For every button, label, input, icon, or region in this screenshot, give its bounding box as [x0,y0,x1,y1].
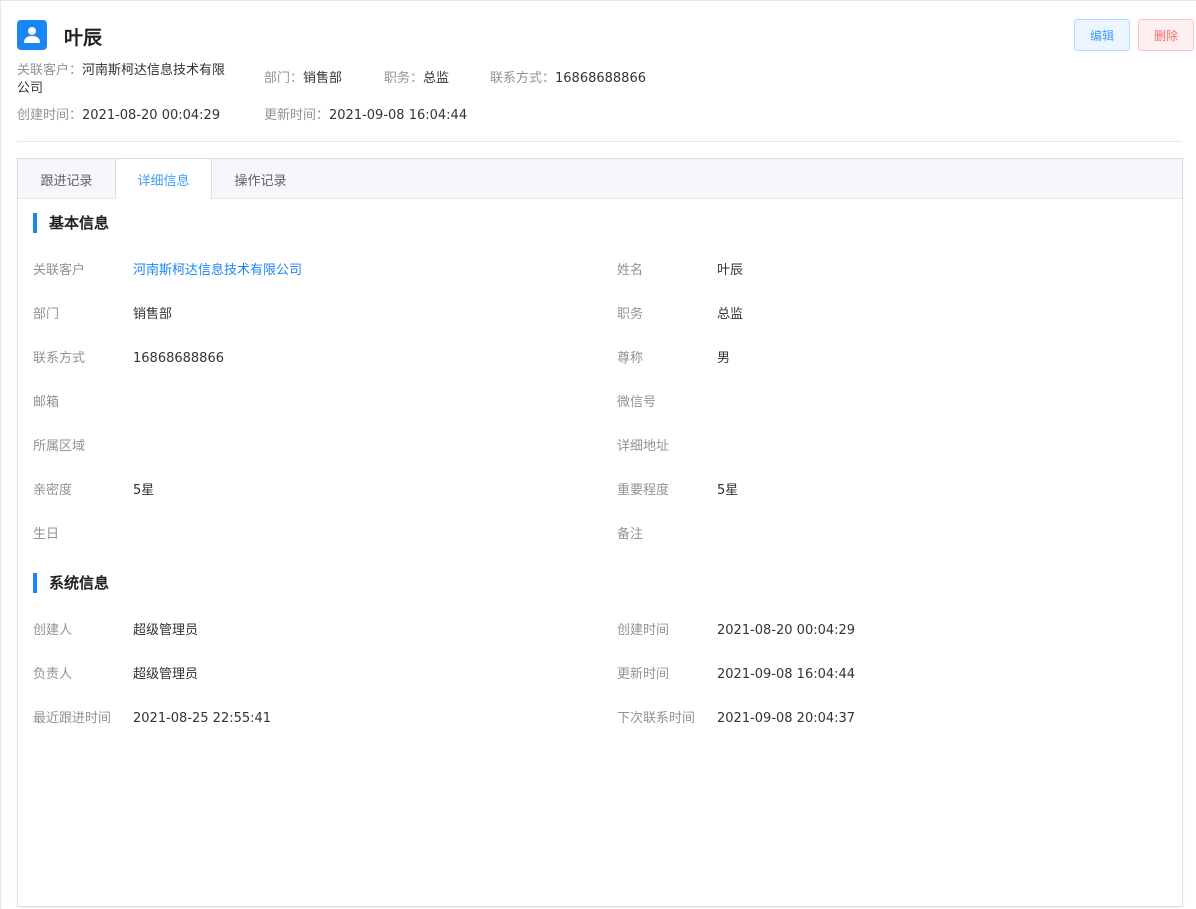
field-value: 2021-08-25 22:55:41 [133,711,272,726]
field-value: 叶辰 [717,263,744,278]
field-value: 超级管理员 [133,667,199,682]
contact-header: 叶辰 编辑 删除 关联客户：河南斯柯达信息技术有限公司 部门：销售部 职务：总监… [17,19,1194,142]
field-owner: 负责人 超级管理员 [33,665,198,685]
field-label: 关联客户 [33,263,86,278]
summary-updated: 更新时间：2021-09-08 16:04:44 [264,107,467,125]
section-basic-title: 基本信息 [33,213,109,233]
field-label: 创建时间 [617,623,670,638]
edit-button[interactable]: 编辑 [1074,19,1130,51]
field-region: 所属区域 [33,437,133,457]
summary-customer: 关联客户：河南斯柯达信息技术有限公司 [17,62,237,98]
detail-card: 跟进记录 详细信息 操作记录 基本信息 关联客户 河南斯柯达信息技术有限公司 姓名… [17,158,1183,907]
field-value: 男 [717,351,731,366]
summary-created-value: 2021-08-20 00:04:29 [82,108,221,123]
field-label: 更新时间 [617,667,670,682]
field-label: 重要程度 [617,483,670,498]
field-position: 职务 总监 [617,305,743,325]
summary-phone: 联系方式：16868688866 [490,70,646,88]
summary-title: 职务：总监 [384,70,449,88]
field-label: 负责人 [33,667,73,682]
tab-bar: 跟进记录 详细信息 操作记录 [18,159,1182,199]
field-wechat: 微信号 [617,393,717,413]
summary-dept: 部门：销售部 [264,70,342,88]
field-value: 2021-09-08 20:04:37 [717,711,856,726]
field-label: 邮箱 [33,395,60,410]
summary-created-label: 创建时间： [17,108,83,123]
field-label: 姓名 [617,263,644,278]
summary-dept-value: 销售部 [303,71,343,86]
field-label: 联系方式 [33,351,86,366]
avatar [17,20,47,50]
tab-follow-up[interactable]: 跟进记录 [18,159,115,199]
field-value: 2021-08-20 00:04:29 [717,623,856,638]
contact-name: 叶辰 [64,27,103,49]
field-created-time: 创建时间 2021-08-20 00:04:29 [617,621,855,641]
field-label: 备注 [617,527,644,542]
field-value: 16868688866 [133,351,224,366]
field-updated-time: 更新时间 2021-09-08 16:04:44 [617,665,855,685]
field-label: 亲密度 [33,483,73,498]
field-address: 详细地址 [617,437,717,457]
field-dept: 部门 销售部 [33,305,172,325]
field-intimacy: 亲密度 5星 [33,481,154,501]
field-name: 姓名 叶辰 [617,261,743,281]
summary-dept-label: 部门： [264,71,304,86]
section-system-title: 系统信息 [33,573,109,593]
user-icon [24,27,40,43]
field-label: 详细地址 [617,439,670,454]
field-next-contact: 下次联系时间 2021-09-08 20:04:37 [617,709,855,729]
summary-title-value: 总监 [423,71,450,86]
field-customer: 关联客户 河南斯柯达信息技术有限公司 [33,261,302,281]
field-label: 创建人 [33,623,73,638]
field-birthday: 生日 [33,525,133,545]
field-value: 5星 [717,483,739,498]
field-label: 职务 [617,307,644,322]
field-last-follow-up: 最近跟进时间 2021-08-25 22:55:41 [33,709,271,729]
summary-title-label: 职务： [384,71,424,86]
field-remark: 备注 [617,525,717,545]
summary-phone-value: 16868688866 [555,71,646,86]
field-value: 销售部 [133,307,173,322]
header-divider [17,141,1182,142]
field-label: 微信号 [617,395,657,410]
field-value: 2021-09-08 16:04:44 [717,667,856,682]
field-value: 总监 [717,307,744,322]
summary-created: 创建时间：2021-08-20 00:04:29 [17,107,220,125]
field-importance: 重要程度 5星 [617,481,738,501]
field-salutation: 尊称 男 [617,349,730,369]
tab-operation-log[interactable]: 操作记录 [212,159,309,199]
field-label: 生日 [33,527,60,542]
field-creator: 创建人 超级管理员 [33,621,198,641]
delete-button[interactable]: 删除 [1138,19,1194,51]
field-phone: 联系方式 16868688866 [33,349,224,369]
summary-updated-value: 2021-09-08 16:04:44 [329,108,468,123]
summary-updated-label: 更新时间： [264,108,330,123]
customer-link[interactable]: 河南斯柯达信息技术有限公司 [133,261,302,281]
tab-details[interactable]: 详细信息 [115,159,212,199]
summary-phone-label: 联系方式： [490,71,556,86]
field-label: 部门 [33,307,60,322]
summary-customer-label: 关联客户： [17,63,83,78]
field-email: 邮箱 [33,393,133,413]
field-label: 最近跟进时间 [33,711,112,726]
field-value: 5星 [133,483,155,498]
field-label: 所属区域 [33,439,86,454]
field-label: 尊称 [617,351,644,366]
field-label: 下次联系时间 [617,711,696,726]
field-value: 超级管理员 [133,623,199,638]
